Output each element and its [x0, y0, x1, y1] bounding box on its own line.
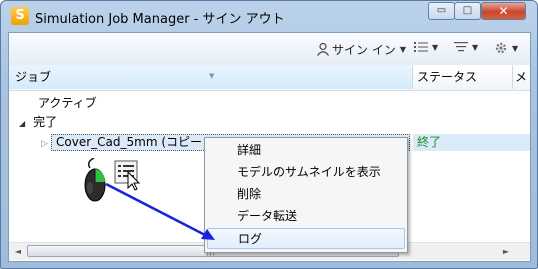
group-label: 完了 [33, 115, 58, 129]
column-header-job[interactable]: ▼ ジョブ [9, 65, 413, 89]
user-icon [317, 42, 329, 56]
column-label-more: メ [515, 70, 528, 84]
expand-toggle-icon[interactable]: ◢ [19, 119, 25, 128]
sort-indicator-icon: ▼ [209, 72, 215, 80]
close-button[interactable]: ✕ [481, 2, 526, 20]
chevron-down-icon: ▼ [512, 44, 519, 53]
sign-in-label: サイン イン [332, 43, 396, 57]
menu-item-log[interactable]: ログ [207, 228, 405, 249]
gear-icon [495, 42, 507, 54]
minimize-button[interactable]: ▭ [428, 2, 455, 20]
grid-header: ▼ ジョブ ステータス メ [9, 65, 530, 91]
filter-icon [454, 42, 468, 52]
column-label-status: ステータス [417, 70, 478, 84]
column-label-job: ジョブ [15, 70, 52, 84]
toolbar: サイン イン ▼ ▼ ▼ ▼ [9, 33, 530, 66]
menu-item-details[interactable]: 詳細 [207, 140, 405, 161]
job-name-cell[interactable]: Cover_Cad_5mm (コピー [56, 133, 202, 151]
group-label: アクティブ [38, 96, 97, 110]
maximize-button[interactable]: □ [454, 2, 481, 20]
app-icon: S [11, 7, 29, 25]
window-title: Simulation Job Manager - サイン アウト [35, 12, 285, 27]
group-completed[interactable]: ◢ 完了 [19, 113, 57, 131]
scroll-right-button[interactable]: ► [498, 244, 514, 259]
job-row-expander[interactable]: ▷ [41, 133, 48, 151]
job-status-cell[interactable]: 終了 [417, 133, 441, 151]
menu-item-delete[interactable]: 削除 [207, 184, 405, 205]
sign-in-button[interactable]: サイン イン ▼ [316, 41, 406, 57]
filter-button[interactable]: ▼ [454, 41, 478, 57]
expand-row-icon[interactable]: ▷ [41, 139, 48, 149]
right-click-mouse-icon [84, 158, 141, 202]
chevron-down-icon: ▼ [472, 43, 479, 52]
list-icon [414, 42, 428, 52]
column-header-more[interactable]: メ [513, 65, 530, 89]
menu-item-show-thumbnail[interactable]: モデルのサムネイルを表示 [207, 162, 405, 183]
menu-item-data-transfer[interactable]: データ転送 [207, 206, 405, 227]
status-badge: 終了 [417, 135, 442, 149]
title-bar[interactable]: S Simulation Job Manager - サイン アウト ▭ □ ✕ [1, 1, 538, 31]
list-view-button[interactable]: ▼ [414, 41, 438, 57]
scroll-left-button[interactable]: ◄ [10, 244, 26, 259]
chevron-down-icon: ▼ [432, 43, 439, 52]
column-header-status[interactable]: ステータス [413, 65, 513, 89]
group-active[interactable]: アクティブ [38, 94, 97, 112]
chevron-down-icon: ▼ [399, 45, 406, 54]
settings-button[interactable]: ▼ [494, 41, 518, 57]
job-name: Cover_Cad_5mm (コピー [56, 135, 202, 149]
context-menu: 詳細 モデルのサムネイルを表示 削除 データ転送 ログ [204, 137, 408, 253]
